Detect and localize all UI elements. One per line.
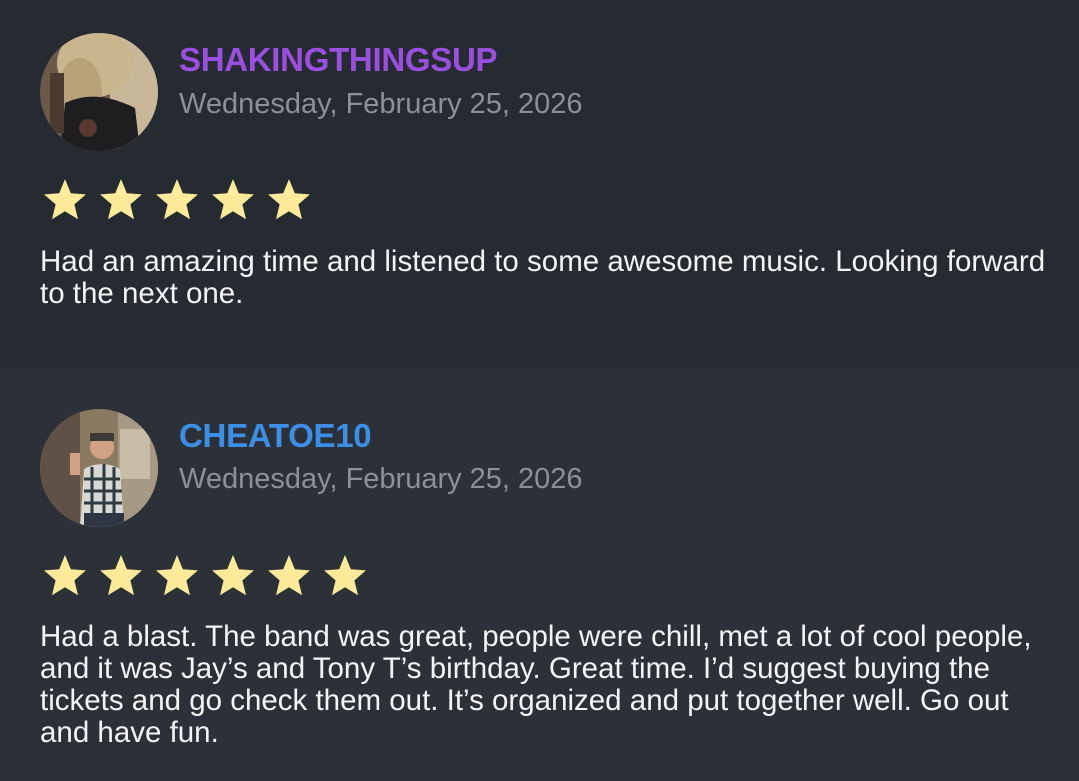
star-icon bbox=[44, 555, 86, 596]
username[interactable]: SHAKINGTHINGSUP bbox=[179, 41, 497, 79]
star-icon bbox=[268, 179, 310, 220]
avatar[interactable] bbox=[40, 33, 158, 151]
review-date: Wednesday, February 25, 2026 bbox=[179, 463, 583, 495]
avatar-photo bbox=[40, 409, 158, 527]
review-date: Wednesday, February 25, 2026 bbox=[179, 88, 583, 120]
star-icon bbox=[324, 555, 366, 596]
avatar-photo bbox=[40, 33, 158, 151]
star-icon bbox=[156, 555, 198, 596]
review-card: SHAKINGTHINGSUP Wednesday, February 25, … bbox=[0, 0, 1079, 369]
star-icon bbox=[156, 179, 198, 220]
star-icon bbox=[100, 555, 142, 596]
username[interactable]: CHEATOE10 bbox=[179, 417, 372, 455]
review-card: CHEATOE10 Wednesday, February 25, 2026 H… bbox=[0, 369, 1079, 781]
review-text: Had an amazing time and listened to some… bbox=[40, 245, 1046, 310]
star-rating bbox=[40, 177, 314, 223]
star-rating bbox=[40, 553, 370, 599]
review-text: Had a blast. The band was great, people … bbox=[40, 620, 1032, 749]
star-icon bbox=[212, 179, 254, 220]
avatar[interactable] bbox=[40, 409, 158, 527]
reviews-list: SHAKINGTHINGSUP Wednesday, February 25, … bbox=[0, 0, 1079, 781]
star-icon bbox=[44, 179, 86, 220]
star-icon bbox=[212, 555, 254, 596]
star-icon bbox=[100, 179, 142, 220]
star-icon bbox=[268, 555, 310, 596]
